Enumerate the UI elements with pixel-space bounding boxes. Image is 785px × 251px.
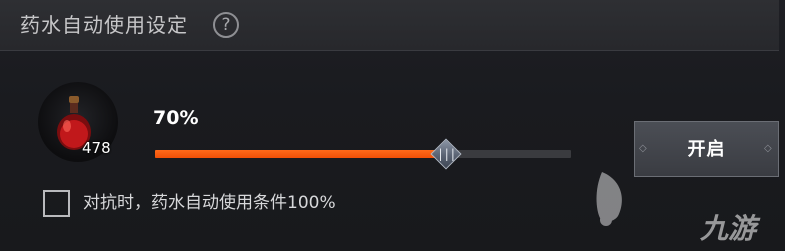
threshold-slider[interactable]: ||| [155,138,571,170]
threshold-value-label: 70% [153,107,199,129]
settings-header: 药水自动使用设定 ? [0,0,779,51]
settings-title: 药水自动使用设定 [20,13,188,37]
potion-count: 478 [82,139,111,157]
threshold-slider-fill [155,150,447,158]
help-icon[interactable]: ? [213,12,239,38]
pvp-checkbox-label: 对抗时，药水自动使用条件100% [83,193,336,213]
threshold-slider-handle[interactable]: ||| [429,137,463,171]
grip-icon: ||| [436,147,457,161]
watermark-feather-icon [596,172,622,226]
watermark: 九游 [590,170,785,251]
pvp-checkbox[interactable] [43,190,70,217]
watermark-logo: 九游 [700,212,757,245]
enable-button[interactable]: ◇ ◇ 开启 [634,121,779,177]
